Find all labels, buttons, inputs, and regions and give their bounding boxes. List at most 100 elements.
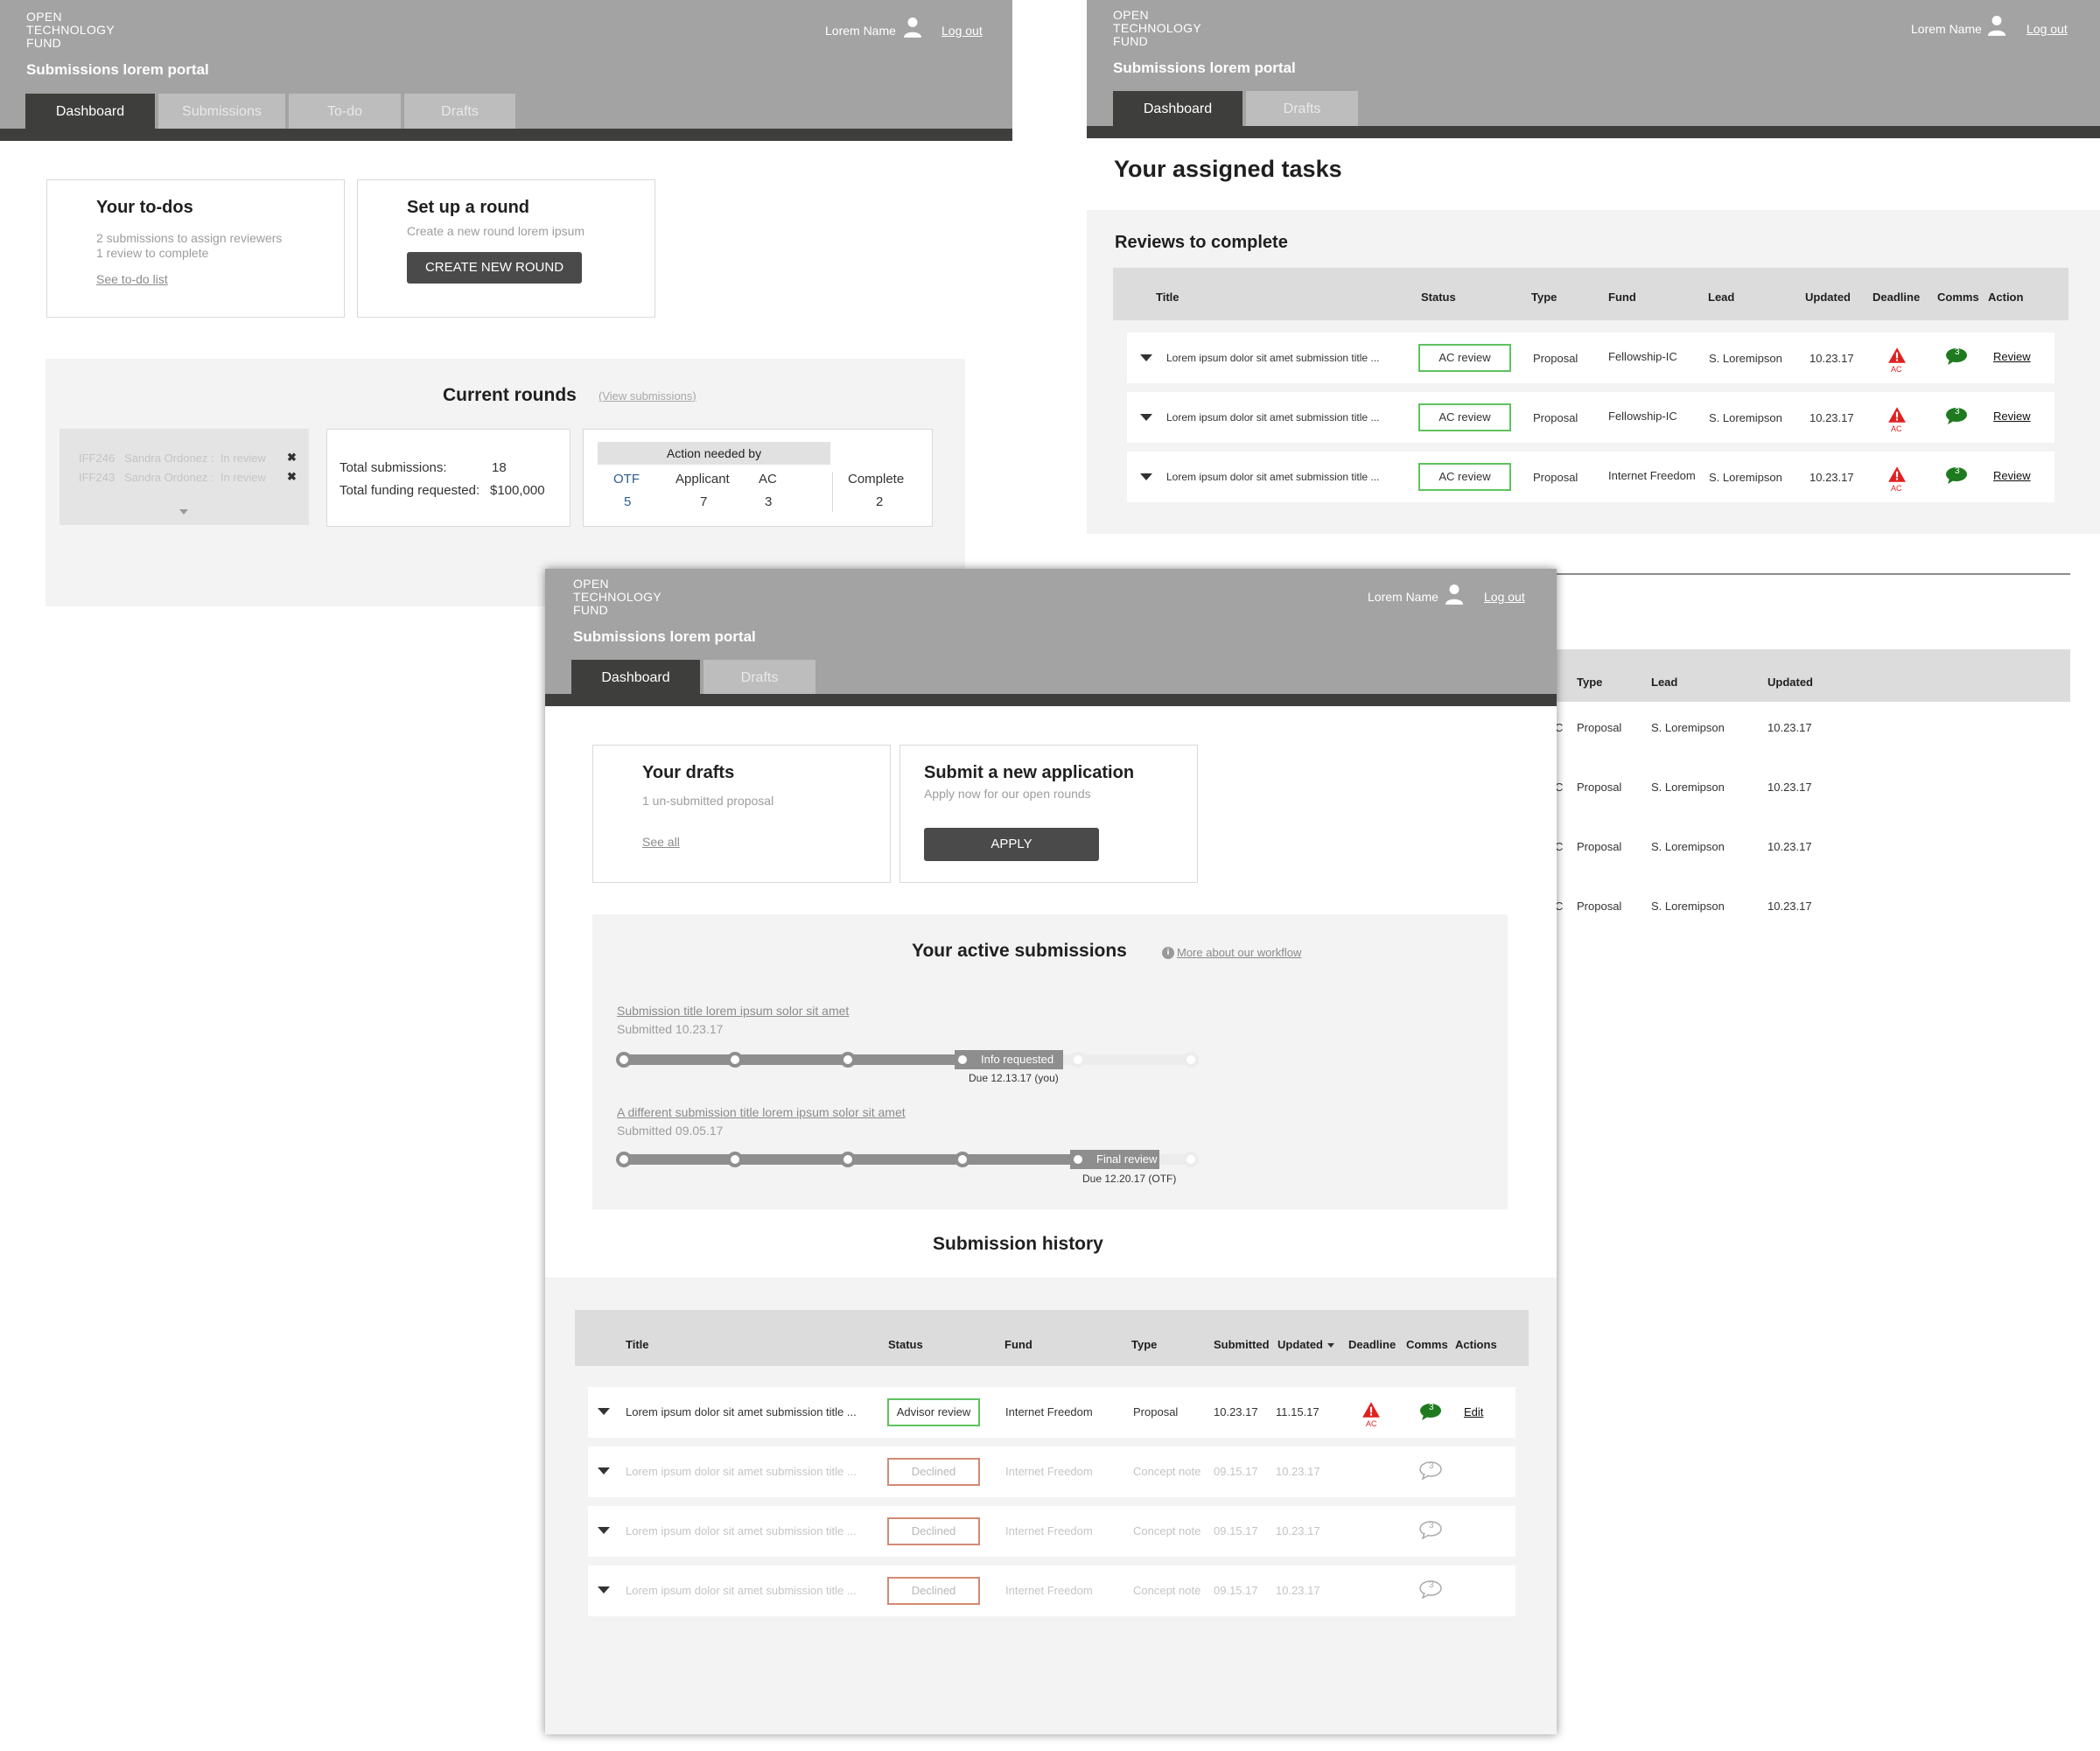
status-badge: AC review: [1418, 344, 1511, 372]
sort-down-icon[interactable]: [1327, 1343, 1334, 1348]
remove-icon[interactable]: ✖: [287, 451, 297, 465]
logout-link[interactable]: Log out: [942, 24, 983, 38]
col-comms[interactable]: Comms: [1406, 1338, 1448, 1351]
col-submitted[interactable]: Submitted: [1214, 1338, 1270, 1351]
tab-drafts[interactable]: Drafts: [1246, 91, 1358, 126]
row-title[interactable]: Lorem ipsum dolor sit amet submission ti…: [626, 1465, 857, 1478]
table-row[interactable]: Lorem ipsum dolor sit amet submission ti…: [1127, 333, 2054, 383]
round-item[interactable]: IFF243 Sandra Ordonez : In review: [79, 471, 266, 484]
col-title[interactable]: Title: [1156, 291, 1180, 304]
review-link[interactable]: Review: [1993, 469, 2031, 482]
col-fund[interactable]: Fund: [1608, 291, 1636, 304]
round-item[interactable]: IFF246 Sandra Ordonez : In review: [79, 452, 266, 465]
tab-drafts[interactable]: Drafts: [404, 94, 515, 129]
col-action[interactable]: Action: [1988, 291, 2023, 304]
tab-drafts[interactable]: Drafts: [704, 660, 816, 695]
create-round-button[interactable]: CREATE NEW ROUND: [407, 252, 582, 284]
app-header: OPEN TECHNOLOGY FUND Submissions lorem por…: [545, 569, 1557, 706]
col-updated[interactable]: Updated: [1805, 291, 1851, 304]
col-lead[interactable]: Lead: [1708, 291, 1734, 304]
todos-line-2: 1 review to complete: [96, 246, 209, 260]
complete-label: Complete: [848, 472, 905, 487]
review-link[interactable]: Review: [1993, 350, 2031, 363]
todo-list-link[interactable]: See to-do list: [96, 272, 168, 286]
logout-link[interactable]: Log out: [2026, 22, 2068, 36]
reviews-section-title: Reviews to complete: [1115, 233, 1288, 252]
chevron-down-icon[interactable]: [598, 1467, 610, 1474]
table-row[interactable]: Lorem ipsum dolor sit amet submission ti…: [588, 1387, 1516, 1438]
chevron-down-icon[interactable]: [1140, 473, 1152, 480]
chevron-down-icon[interactable]: [598, 1527, 610, 1534]
tab-dashboard[interactable]: Dashboard: [25, 94, 155, 129]
chevron-down-icon[interactable]: [598, 1408, 610, 1415]
col-fund[interactable]: Fund: [1004, 1338, 1032, 1351]
info-icon: i: [1162, 947, 1174, 959]
col-status[interactable]: Status: [1421, 291, 1456, 304]
col-updated[interactable]: Updated: [1278, 1338, 1323, 1351]
comms-count: 3: [1955, 407, 1960, 417]
tab-todo[interactable]: To-do: [289, 94, 401, 129]
action-needed-box: Action needed by OTF 5 Applicant 7 AC 3 …: [583, 429, 933, 527]
otf-value[interactable]: 5: [624, 494, 631, 509]
apply-button[interactable]: APPLY: [924, 828, 1099, 861]
col-title[interactable]: Title: [626, 1338, 649, 1351]
row-fund: Internet Freedom: [1005, 1465, 1093, 1478]
chevron-down-icon[interactable]: [1140, 414, 1152, 421]
table-row[interactable]: Lorem ipsum dolor sit amet submission ti…: [588, 1446, 1516, 1497]
total-funding-value: $100,000: [490, 483, 545, 498]
tab-dashboard[interactable]: Dashboard: [1113, 91, 1242, 126]
table-row[interactable]: Lorem ipsum dolor sit amet submission ti…: [1127, 452, 2054, 502]
col-type[interactable]: Type: [1577, 676, 1602, 689]
active-submissions-panel: Your active submissions i More about our…: [592, 914, 1508, 1209]
view-submissions-link[interactable]: (View submissions): [598, 389, 696, 403]
review-link[interactable]: Review: [1993, 410, 2031, 423]
chevron-down-icon[interactable]: [1140, 354, 1152, 361]
due-date: Due 12.13.17 (you): [969, 1072, 1059, 1084]
table-row[interactable]: Lorem ipsum dolor sit amet submission ti…: [588, 1506, 1516, 1557]
row-title[interactable]: Lorem ipsum dolor sit amet submission ti…: [626, 1584, 857, 1597]
logout-link[interactable]: Log out: [1484, 590, 1525, 604]
org-logo: OPEN TECHNOLOGY FUND: [573, 577, 662, 617]
submission-title-link[interactable]: A different submission title lorem ipsum…: [617, 1105, 906, 1119]
row-title[interactable]: Lorem ipsum dolor sit amet submission ti…: [626, 1405, 857, 1418]
col-actions[interactable]: Actions: [1455, 1338, 1497, 1351]
row-updated: 10.23.17: [1810, 352, 1854, 365]
col-deadline[interactable]: Deadline: [1872, 291, 1920, 304]
col-deadline[interactable]: Deadline: [1348, 1338, 1396, 1351]
chevron-down-icon[interactable]: [179, 509, 188, 515]
ac-value[interactable]: 3: [765, 494, 772, 509]
row-title[interactable]: Lorem ipsum dolor sit amet submission ti…: [1166, 352, 1379, 364]
row-title[interactable]: Lorem ipsum dolor sit amet submission ti…: [1166, 411, 1379, 424]
app-header: OPEN TECHNOLOGY FUND Submissions lorem por…: [1087, 0, 2100, 138]
see-all-link[interactable]: See all: [642, 835, 680, 849]
workflow-link[interactable]: More about our workflow: [1177, 946, 1301, 959]
row-title[interactable]: Lorem ipsum dolor sit amet submission ti…: [626, 1524, 857, 1537]
chevron-down-icon[interactable]: [598, 1586, 610, 1593]
edit-link[interactable]: Edit: [1464, 1405, 1483, 1418]
applicant-dashboard-frame: OPEN TECHNOLOGY FUND Submissions lorem por…: [545, 569, 1557, 1734]
todos-card: Your to-dos 2 submissions to assign revi…: [46, 179, 345, 318]
remove-icon[interactable]: ✖: [287, 470, 297, 484]
tab-dashboard[interactable]: Dashboard: [571, 660, 700, 695]
setup-round-subtitle: Create a new round lorem ipsum: [407, 224, 585, 238]
col-updated[interactable]: Updated: [1768, 676, 1813, 689]
user-name: Lorem Name: [825, 24, 896, 38]
col-status[interactable]: Status: [888, 1338, 923, 1351]
complete-value[interactable]: 2: [876, 494, 883, 509]
table-row[interactable]: Lorem ipsum dolor sit amet submission ti…: [588, 1565, 1516, 1616]
row-submitted: 09.15.17: [1214, 1465, 1258, 1478]
drafts-title: Your drafts: [642, 763, 735, 782]
row-fund: Internet Freedom: [1005, 1524, 1093, 1537]
tab-submissions[interactable]: Submissions: [158, 94, 285, 129]
col-type[interactable]: Type: [1131, 1338, 1157, 1351]
col-type[interactable]: Type: [1531, 291, 1557, 304]
row-type: Proposal: [1577, 781, 1622, 794]
applicant-value[interactable]: 7: [700, 494, 707, 509]
row-title[interactable]: Lorem ipsum dolor sit amet submission ti…: [1166, 471, 1379, 483]
submission-title-link[interactable]: Submission title lorem ipsum solor sit a…: [617, 1004, 849, 1018]
total-submissions-value: 18: [492, 460, 507, 475]
col-lead[interactable]: Lead: [1651, 676, 1677, 689]
rounds-totals: Total submissions: 18 Total funding requ…: [326, 429, 570, 527]
col-comms[interactable]: Comms: [1937, 291, 1979, 304]
table-row[interactable]: Lorem ipsum dolor sit amet submission ti…: [1127, 392, 2054, 443]
